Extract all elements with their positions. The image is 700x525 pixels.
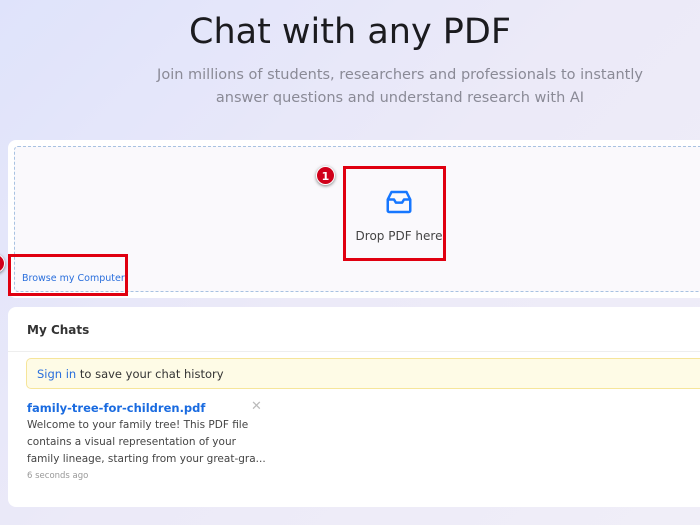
notice-text: to save your chat history bbox=[76, 367, 223, 381]
annotation-badge-2 bbox=[0, 254, 5, 273]
sign-in-notice: Sign in to save your chat history bbox=[26, 358, 700, 389]
close-icon[interactable]: ✕ bbox=[251, 399, 262, 414]
chat-list-item[interactable]: family-tree-for-children.pdf Welcome to … bbox=[27, 401, 267, 481]
annotation-box-browse bbox=[8, 254, 128, 296]
page-subtitle: Join millions of students, researchers a… bbox=[150, 64, 650, 110]
sign-in-link[interactable]: Sign in bbox=[37, 367, 76, 381]
page-title: Chat with any PDF bbox=[0, 12, 700, 52]
chat-timestamp: 6 seconds ago bbox=[27, 471, 267, 481]
annotation-box-drop bbox=[343, 166, 446, 261]
annotation-badge-1: 1 bbox=[316, 166, 335, 185]
my-chats-panel: My Chats Sign in to save your chat histo… bbox=[8, 307, 700, 507]
chat-filename[interactable]: family-tree-for-children.pdf bbox=[27, 401, 267, 415]
my-chats-title: My Chats bbox=[8, 307, 700, 352]
chat-summary: Welcome to your family tree! This PDF fi… bbox=[27, 417, 267, 468]
